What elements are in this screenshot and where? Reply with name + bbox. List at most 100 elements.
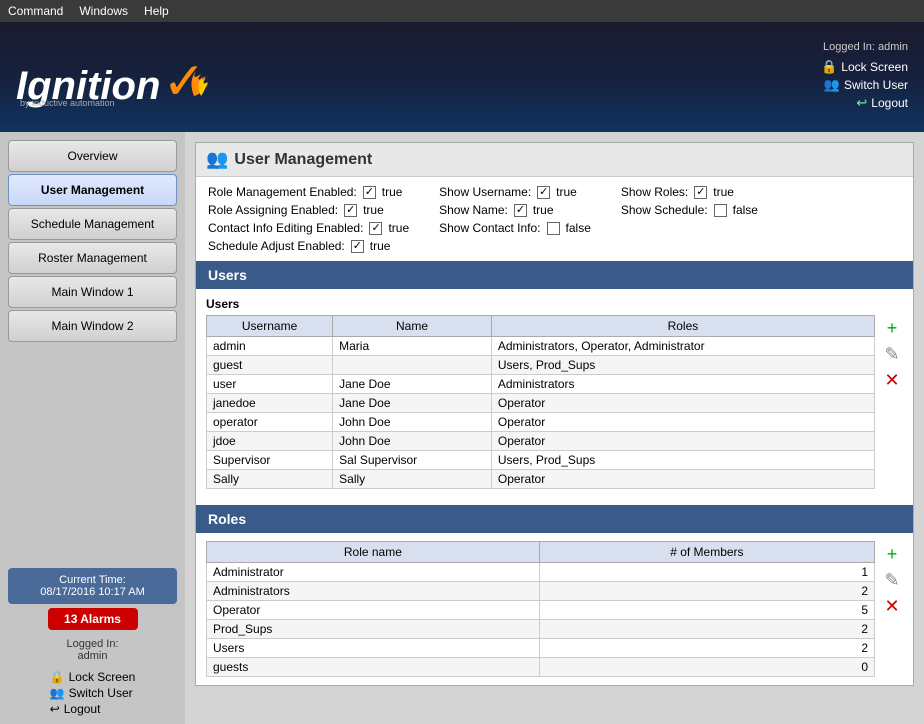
- users-section-header: Users: [196, 261, 913, 289]
- user-cell-roles: Administrators: [491, 375, 874, 394]
- user-management-panel: 👥 User Management Role Management Enable…: [195, 142, 914, 686]
- panel-title-bar: 👥 User Management: [196, 143, 913, 177]
- role-mgmt-checkbox[interactable]: [363, 186, 376, 199]
- user-cell-roles: Operator: [491, 394, 874, 413]
- delete-role-button[interactable]: ✕: [881, 595, 903, 617]
- user-cell-roles: Users, Prod_Sups: [491, 356, 874, 375]
- header-lock-label: Lock Screen: [841, 60, 908, 74]
- users-table-header: Users: [206, 297, 903, 311]
- sidebar-item-main-window-1[interactable]: Main Window 1: [8, 276, 177, 308]
- config-layout: Role Management Enabled: true Role Assig…: [196, 177, 913, 261]
- user-cell-username: Supervisor: [207, 451, 333, 470]
- users-section-inner: Users Username Name Roles: [196, 289, 913, 497]
- users-table-container: Username Name Roles adminMariaAdministra…: [206, 315, 903, 489]
- user-cell-username: admin: [207, 337, 333, 356]
- sidebar-logout-label: Logout: [64, 702, 101, 716]
- table-row[interactable]: Administrator1: [207, 563, 875, 582]
- roles-table-container: Role name # of Members Administrator1Adm…: [206, 541, 903, 677]
- user-cell-roles: Administrators, Operator, Administrator: [491, 337, 874, 356]
- user-cell-name: Jane Doe: [333, 375, 492, 394]
- config-col-3: Show Roles: true Show Schedule: false: [621, 185, 758, 253]
- header: Ignition ✓ by inductive automation Logge…: [0, 22, 924, 132]
- user-cell-roles: Operator: [491, 470, 874, 489]
- table-row[interactable]: janedoeJane DoeOperator: [207, 394, 875, 413]
- config-show-schedule-label: Show Schedule:: [621, 203, 708, 217]
- config-contact-info-label: Contact Info Editing Enabled:: [208, 221, 363, 235]
- sidebar-lock-label: Lock Screen: [69, 670, 136, 684]
- table-row[interactable]: Users2: [207, 639, 875, 658]
- table-row[interactable]: userJane DoeAdministrators: [207, 375, 875, 394]
- roles-section-inner: Role name # of Members Administrator1Adm…: [196, 533, 913, 685]
- header-switch-label: Switch User: [844, 78, 908, 92]
- table-row[interactable]: jdoeJohn DoeOperator: [207, 432, 875, 451]
- table-row[interactable]: guestUsers, Prod_Sups: [207, 356, 875, 375]
- config-show-roles-value: true: [713, 185, 734, 199]
- sidebar-lock-icon: 🔒: [50, 670, 65, 684]
- delete-user-button[interactable]: ✕: [881, 369, 903, 391]
- users-table: Username Name Roles adminMariaAdministra…: [206, 315, 875, 489]
- users-table-buttons: + ✎ ✕: [881, 315, 903, 489]
- table-row[interactable]: guests0: [207, 658, 875, 677]
- main-layout: Overview User Management Schedule Manage…: [0, 132, 924, 724]
- table-row[interactable]: adminMariaAdministrators, Operator, Admi…: [207, 337, 875, 356]
- roles-table: Role name # of Members Administrator1Adm…: [206, 541, 875, 677]
- sidebar-item-schedule-management[interactable]: Schedule Management: [8, 208, 177, 240]
- menu-windows[interactable]: Windows: [79, 4, 128, 18]
- header-logout[interactable]: ↩ Logout: [821, 95, 908, 111]
- col-members: # of Members: [539, 542, 874, 563]
- show-roles-checkbox[interactable]: [694, 186, 707, 199]
- config-show-username-label: Show Username:: [439, 185, 531, 199]
- role-cell-members: 2: [539, 582, 874, 601]
- menu-command[interactable]: Command: [8, 4, 63, 18]
- col-username: Username: [207, 316, 333, 337]
- table-row[interactable]: SallySallyOperator: [207, 470, 875, 489]
- sidebar-logout[interactable]: ↩ Logout: [50, 702, 101, 716]
- sidebar-item-main-window-2[interactable]: Main Window 2: [8, 310, 177, 342]
- panel-title: User Management: [234, 151, 372, 169]
- user-cell-name: [333, 356, 492, 375]
- config-role-mgmt: Role Management Enabled: true: [208, 185, 409, 199]
- show-username-checkbox[interactable]: [537, 186, 550, 199]
- sidebar-switch-icon: 👥: [50, 686, 65, 700]
- header-logout-label: Logout: [871, 96, 908, 110]
- header-switch-user[interactable]: 👥 Switch User: [821, 77, 908, 93]
- col-role-name: Role name: [207, 542, 540, 563]
- roles-table-with-buttons: Role name # of Members Administrator1Adm…: [206, 541, 875, 677]
- role-cell-members: 5: [539, 601, 874, 620]
- config-col-2: Show Username: true Show Name: true Show…: [439, 185, 591, 253]
- user-cell-name: John Doe: [333, 413, 492, 432]
- edit-role-button[interactable]: ✎: [881, 569, 903, 591]
- user-cell-username: janedoe: [207, 394, 333, 413]
- menu-help[interactable]: Help: [144, 4, 169, 18]
- sidebar-logout-icon: ↩: [50, 702, 60, 716]
- add-user-button[interactable]: +: [881, 317, 903, 339]
- edit-user-button[interactable]: ✎: [881, 343, 903, 365]
- show-name-checkbox[interactable]: [514, 204, 527, 217]
- contact-info-checkbox[interactable]: [369, 222, 382, 235]
- content-area: 👥 User Management Role Management Enable…: [185, 132, 924, 724]
- role-assigning-checkbox[interactable]: [344, 204, 357, 217]
- config-contact-info-value: true: [388, 221, 409, 235]
- show-schedule-checkbox[interactable]: [714, 204, 727, 217]
- table-row[interactable]: Prod_Sups2: [207, 620, 875, 639]
- table-row[interactable]: operatorJohn DoeOperator: [207, 413, 875, 432]
- sidebar-item-overview[interactable]: Overview: [8, 140, 177, 172]
- config-show-contact-label: Show Contact Info:: [439, 221, 540, 235]
- show-contact-checkbox[interactable]: [547, 222, 560, 235]
- sidebar-logged-in-user: admin: [67, 650, 119, 662]
- user-cell-roles: Users, Prod_Sups: [491, 451, 874, 470]
- sidebar-item-roster-management[interactable]: Roster Management: [8, 242, 177, 274]
- sidebar-switch-user[interactable]: 👥 Switch User: [50, 686, 133, 700]
- sidebar-item-user-management[interactable]: User Management: [8, 174, 177, 206]
- table-row[interactable]: Administrators2: [207, 582, 875, 601]
- schedule-adjust-checkbox[interactable]: [351, 240, 364, 253]
- sidebar-lock-screen[interactable]: 🔒 Lock Screen: [50, 670, 136, 684]
- alarms-button[interactable]: 13 Alarms: [48, 608, 138, 630]
- config-schedule-adjust: Schedule Adjust Enabled: true: [208, 239, 409, 253]
- config-show-name: Show Name: true: [439, 203, 591, 217]
- table-row[interactable]: Operator5: [207, 601, 875, 620]
- add-role-button[interactable]: +: [881, 543, 903, 565]
- table-row[interactable]: SupervisorSal SupervisorUsers, Prod_Sups: [207, 451, 875, 470]
- header-lock-screen[interactable]: 🔒 Lock Screen: [821, 59, 908, 75]
- role-cell-members: 1: [539, 563, 874, 582]
